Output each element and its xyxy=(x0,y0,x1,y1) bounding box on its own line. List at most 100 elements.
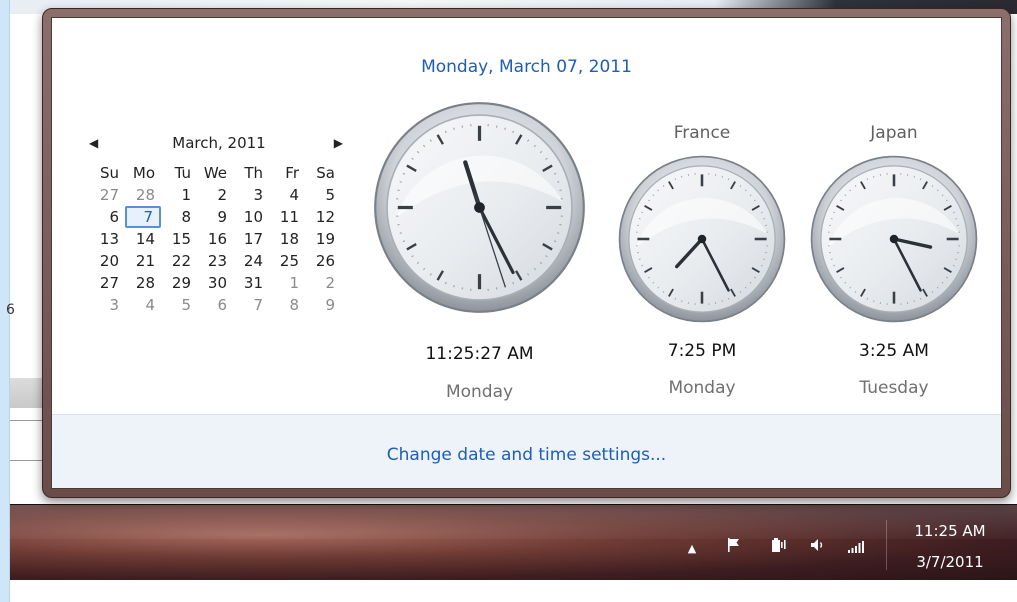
japan-clock-label: Japan xyxy=(870,123,918,143)
weekday-label: Sa xyxy=(316,164,335,182)
calendar-day[interactable]: 22 xyxy=(161,250,197,272)
calendar-day[interactable]: 30 xyxy=(197,272,233,294)
calendar-day[interactable]: 16 xyxy=(197,228,233,250)
calendar-day[interactable]: 3 xyxy=(233,184,269,206)
calendar-day[interactable]: 9 xyxy=(197,206,233,228)
below-taskbar xyxy=(10,580,1017,602)
france-clock-time: 7:25 PM xyxy=(667,341,737,361)
full-date-link[interactable]: Monday, March 07, 2011 xyxy=(52,57,1001,77)
calendar-day[interactable]: 19 xyxy=(305,228,341,250)
japan-clock-day: Tuesday xyxy=(859,378,929,398)
clock-minute-tick xyxy=(913,300,915,303)
clock-minute-tick xyxy=(721,300,723,303)
calendar-day[interactable]: 20 xyxy=(89,250,125,272)
calendar-day[interactable]: 28 xyxy=(125,184,161,206)
flyout-body: Monday, March 07, 2011 ◀ March, 2011 ▶ S… xyxy=(52,18,1001,413)
volume-icon[interactable] xyxy=(808,536,828,554)
calendar-day[interactable]: 29 xyxy=(161,272,197,294)
calendar-day[interactable]: 2 xyxy=(305,272,341,294)
clock-minute-tick xyxy=(399,181,402,183)
local-clock-time: 11:25:27 AM xyxy=(425,344,534,364)
clock-minute-tick xyxy=(681,175,683,178)
clock-minute-tick xyxy=(399,232,402,234)
calendar-day[interactable]: 1 xyxy=(161,184,197,206)
taskbar-clock-date[interactable]: 3/7/2011 xyxy=(900,553,1000,571)
taskbar-clock-time[interactable]: 11:25 AM xyxy=(900,522,1000,540)
clock-minute-tick xyxy=(453,127,455,130)
clock-center-pin xyxy=(889,234,899,244)
clock-minute-tick xyxy=(638,218,641,220)
clock-face-svg xyxy=(618,155,786,323)
calendar-day[interactable]: 1 xyxy=(269,272,305,294)
calendar-header: ◀ March, 2011 ▶ xyxy=(89,134,349,156)
calendar-day[interactable]: 5 xyxy=(161,294,197,316)
calendar-day[interactable]: 26 xyxy=(305,250,341,272)
weekday-label: Fr xyxy=(285,164,299,182)
power-icon[interactable] xyxy=(768,536,788,554)
calendar-day[interactable]: 8 xyxy=(269,294,305,316)
month-calendar: ◀ March, 2011 ▶ Su Mo Tu We Th Fr Sa 27 28 1 2 3 4 5 6… xyxy=(89,134,349,314)
calendar-day[interactable]: 6 xyxy=(197,294,233,316)
calendar-day[interactable]: 23 xyxy=(197,250,233,272)
calendar-day[interactable]: 24 xyxy=(233,250,269,272)
clock-minute-tick xyxy=(830,258,833,260)
calendar-day[interactable]: 25 xyxy=(269,250,305,272)
calendar-week-row: 27 28 1 2 3 4 5 xyxy=(89,184,341,206)
background-text-fragment: 6 xyxy=(6,302,15,318)
calendar-grid: Su Mo Tu We Th Fr Sa 27 28 1 2 3 4 5 6 7 8 9 10 11 12 13 14 15 1… xyxy=(89,162,341,316)
clock-face-svg xyxy=(374,102,585,313)
calendar-day[interactable]: 17 xyxy=(233,228,269,250)
show-hidden-icons-arrow-icon[interactable]: ▲ xyxy=(682,540,702,558)
calendar-day-today[interactable]: 7 xyxy=(125,206,161,228)
calendar-day[interactable]: 18 xyxy=(269,228,305,250)
calendar-month-title[interactable]: March, 2011 xyxy=(89,134,349,152)
calendar-week-row: 13 14 15 16 17 18 19 xyxy=(89,228,341,250)
flyout-footer: Change date and time settings... xyxy=(52,414,1001,488)
calendar-day[interactable]: 14 xyxy=(125,228,161,250)
tray-divider xyxy=(886,520,887,570)
calendar-day[interactable]: 12 xyxy=(305,206,341,228)
change-date-time-settings-link[interactable]: Change date and time settings... xyxy=(52,445,1001,465)
calendar-day[interactable]: 27 xyxy=(89,184,125,206)
calendar-day[interactable]: 11 xyxy=(269,206,305,228)
next-month-icon[interactable]: ▶ xyxy=(334,136,343,150)
weekday-label: We xyxy=(203,164,227,182)
clock-minute-tick xyxy=(763,218,766,220)
calendar-day[interactable]: 10 xyxy=(233,206,269,228)
action-center-flag-icon[interactable] xyxy=(724,536,744,554)
calendar-day[interactable]: 6 xyxy=(89,206,125,228)
calendar-day[interactable]: 27 xyxy=(89,272,125,294)
france-clock-label: France xyxy=(673,123,731,143)
clock-minute-tick xyxy=(638,258,641,260)
clock-minute-tick xyxy=(557,181,560,183)
local-clock xyxy=(372,100,587,315)
calendar-day[interactable]: 4 xyxy=(269,184,305,206)
network-signal-icon[interactable] xyxy=(846,538,866,556)
weekday-label: Th xyxy=(244,164,263,182)
local-clock-day: Monday xyxy=(445,382,514,402)
calendar-week-row: 27 28 29 30 31 1 2 xyxy=(89,272,341,294)
calendar-day[interactable]: 28 xyxy=(125,272,161,294)
clock-minute-tick xyxy=(955,258,958,260)
weekday-label: Mo xyxy=(132,164,155,182)
clock-minute-tick xyxy=(453,285,455,288)
calendar-day[interactable]: 9 xyxy=(305,294,341,316)
clock-center-pin xyxy=(474,202,485,213)
clock-minute-tick xyxy=(955,218,958,220)
calendar-day[interactable]: 15 xyxy=(161,228,197,250)
clock-minute-tick xyxy=(763,258,766,260)
calendar-day[interactable]: 2 xyxy=(197,184,233,206)
clock-minute-tick xyxy=(504,127,506,130)
calendar-day[interactable]: 21 xyxy=(125,250,161,272)
calendar-day[interactable]: 3 xyxy=(89,294,125,316)
calendar-day[interactable]: 8 xyxy=(161,206,197,228)
france-clock-day: Monday xyxy=(668,378,736,398)
calendar-day[interactable]: 5 xyxy=(305,184,341,206)
calendar-day[interactable]: 4 xyxy=(125,294,161,316)
calendar-week-row: 20 21 22 23 24 25 26 xyxy=(89,250,341,272)
flyout-content: Monday, March 07, 2011 ◀ March, 2011 ▶ S… xyxy=(51,17,1002,489)
calendar-day[interactable]: 31 xyxy=(233,272,269,294)
clock-face-svg xyxy=(810,155,978,323)
calendar-day[interactable]: 13 xyxy=(89,228,125,250)
calendar-day[interactable]: 7 xyxy=(233,294,269,316)
